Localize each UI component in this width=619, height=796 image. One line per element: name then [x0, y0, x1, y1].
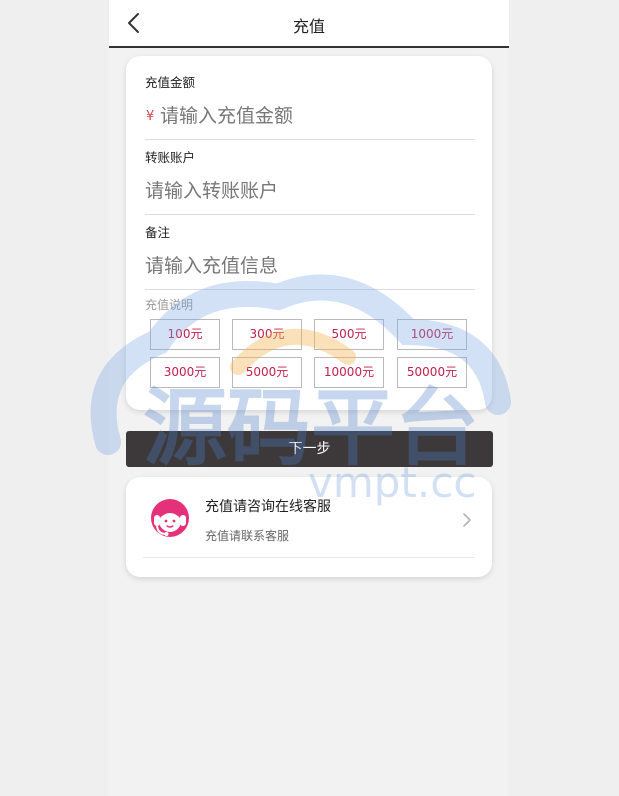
amount-option-50000[interactable]: 50000元: [397, 357, 467, 388]
top-nav-bar: 充值: [109, 0, 509, 48]
note-input[interactable]: [145, 251, 475, 281]
customer-service-card: 充值请咨询在线客服 充值请联系客服: [126, 477, 492, 577]
amount-option-1000[interactable]: 1000元: [397, 319, 467, 350]
amount-option-10000[interactable]: 10000元: [314, 357, 384, 388]
amount-option-3000[interactable]: 3000元: [150, 357, 220, 388]
amount-option-300[interactable]: 300元: [232, 319, 302, 350]
online-service-link[interactable]: 充值请咨询在线客服 充值请联系客服: [143, 477, 475, 558]
service-subtitle: 充值请联系客服: [205, 529, 290, 543]
mobile-app-screen: 充值 充值金额 ¥ 转账账户 备注 充值说明 100元 300元 500元 10…: [109, 0, 509, 796]
divider: [145, 214, 475, 215]
amount-label: 充值金额: [145, 75, 196, 90]
service-title: 充值请咨询在线客服: [205, 499, 331, 515]
amount-option-5000[interactable]: 5000元: [232, 357, 302, 388]
divider: [145, 289, 475, 290]
amount-input[interactable]: [160, 101, 474, 131]
currency-symbol: ¥: [146, 109, 155, 124]
recharge-form-card: 充值金额 ¥ 转账账户 备注 充值说明 100元 300元 500元 1000元…: [126, 56, 492, 410]
account-label: 转账账户: [145, 150, 196, 165]
chevron-right-icon: [463, 513, 471, 527]
amount-option-100[interactable]: 100元: [150, 319, 220, 350]
amount-option-500[interactable]: 500元: [314, 319, 384, 350]
headset-agent-icon: [151, 499, 189, 537]
next-step-button[interactable]: 下一步: [126, 431, 493, 467]
account-input[interactable]: [145, 176, 475, 206]
page-background: 充值 充值金额 ¥ 转账账户 备注 充值说明 100元 300元 500元 10…: [0, 0, 619, 796]
recharge-help-label: 充值说明: [145, 298, 194, 312]
page-title: 充值: [292, 17, 325, 36]
note-label: 备注: [145, 225, 171, 240]
divider: [145, 139, 475, 140]
